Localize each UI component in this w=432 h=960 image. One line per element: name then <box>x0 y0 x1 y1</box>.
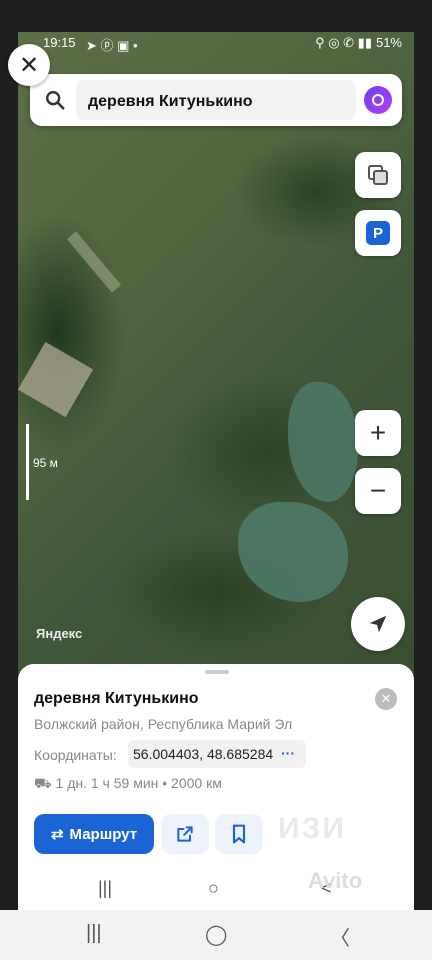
status-left-icons: ➤ ⓟ ▣ • <box>86 38 138 53</box>
parking-icon: P <box>366 221 390 245</box>
coords-value[interactable]: 56.004403, 48.685284 <box>128 740 306 768</box>
share-button[interactable] <box>161 814 209 854</box>
airstrip <box>66 231 122 293</box>
route-button-label: Маршрут <box>69 825 138 843</box>
search-icon[interactable] <box>44 89 66 111</box>
lake-north <box>288 382 358 502</box>
zoom-out-button[interactable]: − <box>355 468 401 514</box>
route-icon: ⇄ <box>50 826 64 843</box>
search-input[interactable]: деревня Китунькино <box>76 80 356 120</box>
scale-label: 95 м <box>33 456 58 470</box>
battery-level: 51% <box>375 35 402 50</box>
route-info-text: 1 дн. 1 ч 59 мин • 2000 км <box>55 775 222 791</box>
bookmark-button[interactable] <box>215 814 263 854</box>
recent-apps-button[interactable]: ||| <box>86 922 102 945</box>
place-title: деревня Китунькино <box>34 690 199 707</box>
close-card-button[interactable]: ✕ <box>375 688 397 710</box>
yandex-logo: Яндекс <box>36 626 83 641</box>
coords-more-button[interactable]: ··· <box>281 745 295 761</box>
close-button[interactable]: ✕ <box>8 44 50 86</box>
car-icon: ⛟ <box>34 775 56 791</box>
satellite-map[interactable] <box>18 32 414 672</box>
navigation-arrow-icon <box>369 615 387 633</box>
scale-bar <box>26 424 29 500</box>
back-button[interactable]: 〈 <box>330 922 350 951</box>
home-button[interactable]: ◯ <box>205 922 227 947</box>
zoom-in-button[interactable]: + <box>355 410 401 456</box>
clearing <box>18 341 94 418</box>
avito-watermark: Avito <box>308 868 363 893</box>
app-screen: 19:15 ➤ ⓟ ▣ • ⚲ ◎ ✆ ▮▮ 51% деревня Китун… <box>18 32 414 910</box>
inner-recent-button[interactable]: ||| <box>98 878 112 899</box>
status-right-icons: ⚲ ◎ ✆ ▮▮ <box>315 35 372 50</box>
coords-label: Координаты: <box>34 747 117 763</box>
lake-south <box>238 502 348 602</box>
sheet-handle[interactable] <box>205 670 229 674</box>
parking-button[interactable]: P <box>355 210 401 256</box>
alice-icon[interactable] <box>364 86 392 114</box>
status-time: 19:15 <box>43 35 76 50</box>
search-bar[interactable]: деревня Китунькино <box>30 74 402 126</box>
close-icon: ✕ <box>380 691 392 706</box>
route-button[interactable]: ⇄ Маршрут <box>34 814 154 854</box>
place-card: деревня Китунькино ✕ Волжский район, Рес… <box>18 664 414 910</box>
share-icon <box>177 826 193 842</box>
place-subtitle: Волжский район, Республика Марий Эл <box>34 716 293 732</box>
route-info: ⛟ 1 дн. 1 ч 59 мин • 2000 км <box>34 775 222 794</box>
bookmark-icon <box>232 824 246 844</box>
layers-button[interactable] <box>355 152 401 198</box>
inner-home-button[interactable]: ○ <box>208 878 219 899</box>
close-icon: ✕ <box>18 51 40 79</box>
locate-me-button[interactable] <box>351 597 405 651</box>
background-ghost-text: ИЗИ <box>278 812 346 845</box>
layers-icon <box>368 165 388 185</box>
system-nav-bar: ||| ◯ 〈 <box>0 910 432 960</box>
